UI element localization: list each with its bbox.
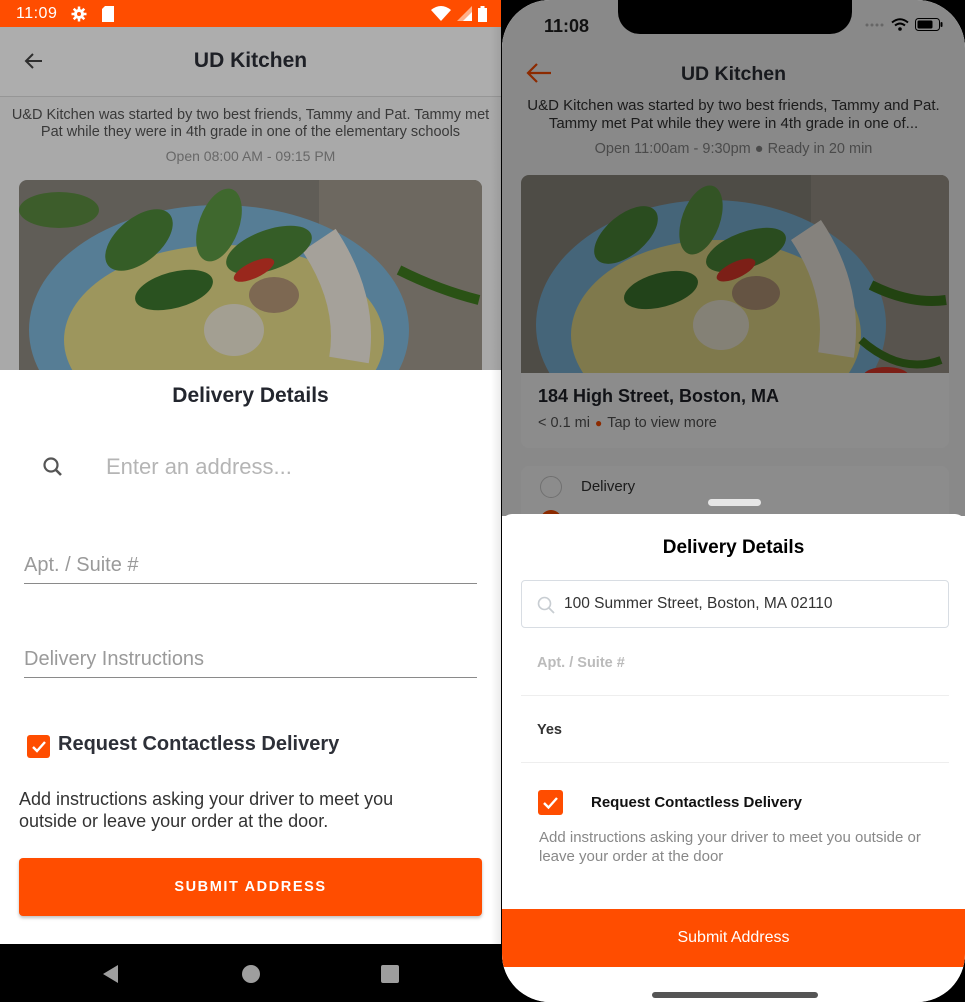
delivery-instructions-input[interactable] (537, 715, 932, 745)
sd-card-icon (101, 5, 115, 22)
sheet-title: Delivery Details (172, 384, 329, 407)
delivery-instructions-input[interactable] (24, 644, 477, 678)
delivery-details-sheet: Delivery Details Request Contactless Del… (0, 370, 501, 944)
home-indicator[interactable] (652, 992, 818, 998)
submit-address-button[interactable]: SUBMIT ADDRESS (19, 858, 482, 916)
apt-suite-input[interactable] (537, 648, 932, 678)
delivery-instructions-row (521, 715, 949, 763)
search-icon (43, 457, 62, 476)
nav-home-icon[interactable] (240, 963, 262, 985)
address-search-input[interactable] (564, 590, 934, 618)
contactless-checkbox[interactable] (27, 735, 50, 758)
address-search-input[interactable] (106, 450, 476, 484)
ios-screen: UD Kitchen U&D Kitchen was started by tw… (502, 0, 965, 1002)
battery-icon (478, 5, 487, 22)
checkmark-icon (31, 740, 46, 753)
wifi-icon (431, 6, 451, 21)
navigation-bar (0, 944, 501, 1002)
search-icon (537, 596, 555, 614)
modal-overlay[interactable] (0, 27, 501, 370)
checkmark-icon (543, 796, 558, 809)
sheet-drag-handle[interactable] (708, 499, 761, 506)
contactless-checkbox[interactable] (538, 790, 563, 815)
contactless-help-text: Add instructions asking your driver to m… (539, 829, 921, 865)
contactless-label[interactable]: Request Contactless Delivery (58, 733, 339, 756)
delivery-details-sheet: Delivery Details Request Contactless Del… (502, 514, 965, 1002)
nav-recents-icon[interactable] (379, 963, 401, 985)
android-screen: UD Kitchen U&D Kitchen was started by tw… (0, 0, 501, 1002)
nav-back-icon[interactable] (100, 963, 122, 985)
modal-overlay[interactable] (502, 0, 965, 516)
sheet-title: Delivery Details (662, 537, 805, 558)
submit-address-button[interactable]: Submit Address (502, 909, 965, 967)
status-icons (865, 18, 943, 31)
status-time: 11:08 (544, 16, 590, 36)
signal-dots-icon (865, 23, 884, 26)
contactless-help-text: Add instructions asking your driver to m… (19, 789, 394, 831)
address-search-field[interactable] (521, 580, 949, 628)
status-time: 11:09 (16, 4, 58, 22)
battery-icon (915, 18, 943, 31)
apt-suite-row (521, 648, 949, 696)
wifi-icon (891, 18, 909, 31)
gear-icon (71, 6, 87, 22)
edge-shadow (491, 27, 501, 944)
signal-icon (457, 6, 472, 21)
device-notch (618, 0, 852, 34)
apt-suite-input[interactable] (24, 550, 477, 584)
status-bar: 11:09 (0, 0, 501, 27)
contactless-label[interactable]: Request Contactless Delivery (591, 794, 802, 811)
